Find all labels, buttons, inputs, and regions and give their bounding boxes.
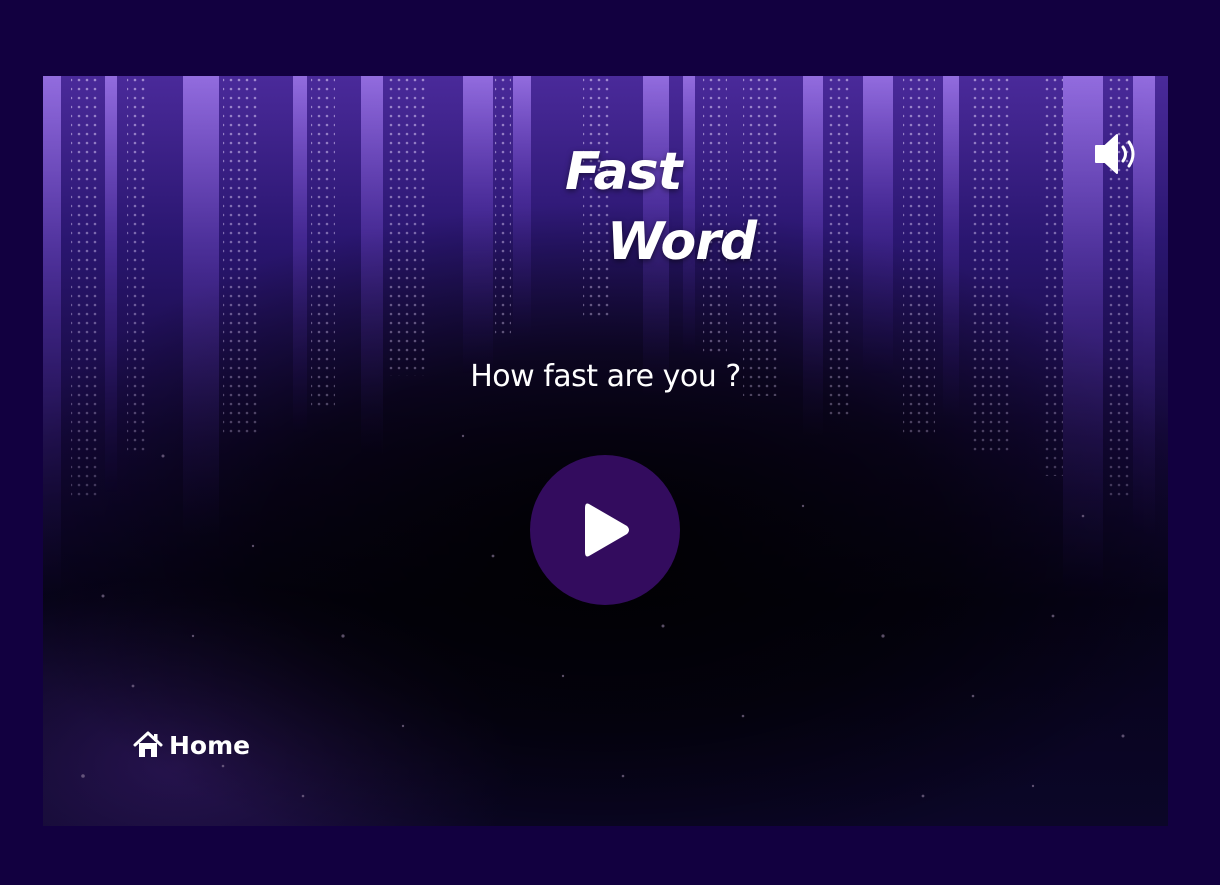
home-link[interactable]: Home bbox=[133, 728, 250, 762]
background-light-rays bbox=[43, 76, 1155, 798]
sound-toggle-button[interactable] bbox=[1093, 132, 1143, 176]
home-icon bbox=[133, 731, 163, 757]
tagline: How fast are you ? bbox=[470, 359, 741, 394]
speaker-volume-icon bbox=[1095, 134, 1135, 174]
game-title: Fast Word bbox=[43, 76, 1168, 826]
title-word: Word bbox=[607, 212, 757, 272]
game-stage: Fast Word How fast are you ? Home bbox=[43, 76, 1168, 826]
title-fast: Fast bbox=[565, 142, 682, 202]
play-icon bbox=[585, 503, 629, 557]
play-button[interactable] bbox=[530, 455, 680, 605]
home-label: Home bbox=[169, 730, 251, 760]
